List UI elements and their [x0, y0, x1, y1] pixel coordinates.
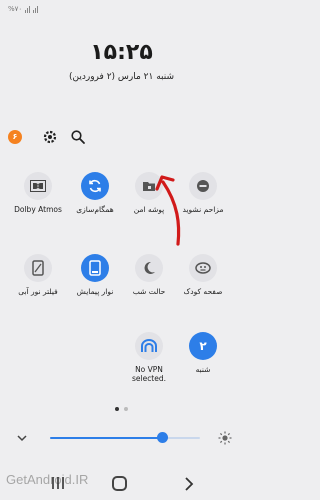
- tile-blue-light-filter[interactable]: فیلتر نور آبی: [8, 254, 68, 296]
- signal-icon: [25, 5, 31, 13]
- tile-sync[interactable]: همگام‌سازی: [65, 172, 125, 214]
- vpn-icon: [141, 339, 157, 352]
- navigation-bar-icon: [89, 260, 101, 276]
- kids-home-icon: [195, 262, 211, 274]
- chevron-down-icon[interactable]: [16, 432, 28, 444]
- tile-label: حالت شب: [132, 287, 166, 296]
- tile-dolby-atmos[interactable]: Dolby Atmos: [8, 172, 68, 214]
- brightness-fill: [50, 437, 163, 439]
- calendar-day-icon: ۲: [199, 339, 207, 353]
- back-icon[interactable]: [182, 476, 196, 492]
- night-mode-icon: [144, 261, 155, 274]
- tile-label: شنبه: [195, 365, 211, 374]
- home-button[interactable]: [112, 476, 127, 491]
- page-dot[interactable]: [115, 407, 119, 411]
- date-text: شنبه ۲۱ مارس (۲ فروردین): [68, 72, 175, 82]
- tile-label: No VPN selected.: [131, 365, 167, 383]
- dolby-icon: [30, 180, 46, 192]
- page-dot[interactable]: [124, 407, 128, 411]
- tile-vpn[interactable]: No VPN selected.: [119, 332, 179, 383]
- tile-label: فیلتر نور آبی: [18, 287, 58, 296]
- do-not-disturb-icon: [197, 180, 209, 192]
- tile-label: نوار پیمایش: [76, 287, 114, 296]
- search-icon[interactable]: [70, 129, 86, 145]
- clock-time: ۱۵:۲۵: [90, 40, 153, 65]
- quick-actions-row: ۶: [8, 128, 98, 148]
- blue-light-filter-icon: [32, 260, 44, 276]
- brightness-slider[interactable]: [50, 437, 200, 439]
- sun-icon: [218, 431, 232, 445]
- navigation-bar: GetAndroid.IR: [0, 470, 243, 500]
- watermark-text: GetAndroid.IR: [6, 472, 89, 487]
- brightness-thumb[interactable]: [157, 432, 168, 443]
- gear-icon[interactable]: [42, 129, 58, 145]
- tile-label: Dolby Atmos: [14, 205, 62, 214]
- tile-calendar-day[interactable]: ۲ شنبه: [173, 332, 233, 374]
- status-bar: %۷۰: [0, 0, 243, 18]
- signal-icon-2: [33, 5, 39, 13]
- tile-label: صفحه کودک: [183, 287, 223, 296]
- tile-label: همگام‌سازی: [76, 205, 114, 214]
- tile-night-mode[interactable]: حالت شب: [119, 254, 179, 296]
- battery-percentage: %۷۰: [8, 5, 23, 13]
- tile-kids-home[interactable]: صفحه کودک: [173, 254, 233, 296]
- tile-navigation-bar[interactable]: نوار پیمایش: [65, 254, 125, 296]
- page-indicator: [0, 407, 243, 411]
- recent-apps-icon[interactable]: [50, 475, 66, 491]
- sync-icon: [89, 179, 101, 193]
- notification-badge[interactable]: ۶: [8, 130, 22, 144]
- brightness-row: [0, 426, 243, 450]
- arrow-annotation-icon: [155, 175, 181, 246]
